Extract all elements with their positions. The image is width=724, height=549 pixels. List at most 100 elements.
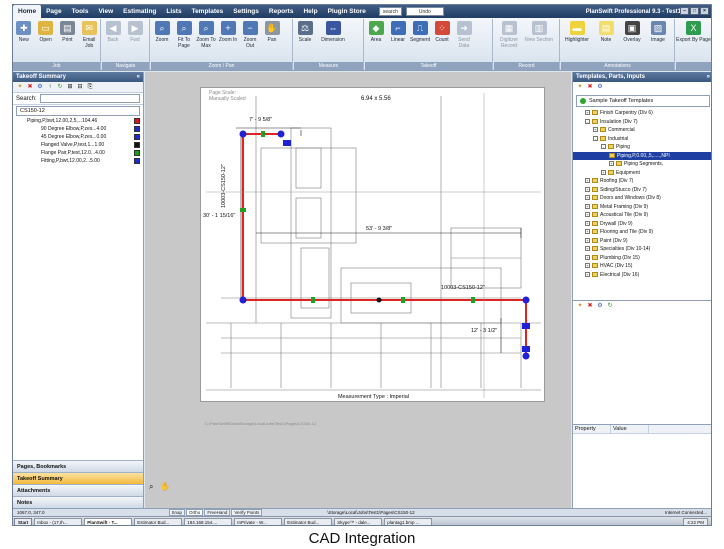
menu-plugin-store[interactable]: Plugin Store [323, 5, 371, 18]
image-button[interactable]: ▨ Image [645, 19, 671, 43]
refresh-part-icon[interactable]: ↻ [606, 302, 614, 310]
menu-lists[interactable]: Lists [161, 5, 186, 18]
ortho-toggle[interactable]: Ortho [186, 509, 204, 516]
color-swatch[interactable] [134, 150, 140, 156]
freehand-toggle[interactable]: FreeHand [204, 509, 231, 516]
template-tree-item[interactable]: + Flooring and Tile (Div 9) [573, 228, 711, 237]
template-props-icon[interactable]: ⚙ [596, 83, 604, 91]
search-input[interactable] [39, 94, 140, 103]
tab-takeoff-summary[interactable]: Takeoff Summary [13, 472, 143, 484]
delete-template-icon[interactable]: ✖ [586, 83, 594, 91]
expand-node-icon[interactable]: + [585, 237, 590, 243]
menu-estimating[interactable]: Estimating [118, 5, 161, 18]
add-template-icon[interactable]: ✦ [576, 83, 584, 91]
scale-button[interactable]: ⚖ Scale [294, 19, 316, 43]
minimize-icon[interactable]: – [680, 7, 689, 15]
fit-to-page-button[interactable]: ⌕ Fit To Page [173, 19, 195, 49]
template-tree-item[interactable]: + Roofing (Div 7) [573, 177, 711, 186]
tab-attachments[interactable]: Attachments [13, 484, 143, 496]
back-button[interactable]: ◀ Back [102, 19, 124, 43]
expand-node-icon[interactable]: + [585, 186, 590, 192]
expand-node-icon[interactable]: + [593, 127, 598, 133]
quick-search-input[interactable]: search [378, 7, 402, 16]
forward-button[interactable]: ▶ Fwd [124, 19, 146, 43]
zoom-in-button[interactable]: + Zoom In [217, 19, 239, 49]
template-tree-item[interactable]: - Piping [573, 143, 711, 152]
cad-plan-sheet[interactable]: Page Scale: Manually Scaled 6.94 x 5.56 … [200, 87, 545, 402]
collapse-node-icon[interactable]: - [585, 118, 590, 124]
expand-node-icon[interactable]: + [585, 229, 590, 235]
maximize-icon[interactable]: □ [690, 7, 699, 15]
takeoff-item[interactable]: Piping,P,bwt,12.00,2,5,...104.46 [13, 117, 143, 125]
template-tree-item[interactable]: + Equipment [573, 169, 711, 178]
menu-view[interactable]: View [93, 5, 118, 18]
properties-icon[interactable]: ⚙ [36, 83, 44, 91]
menu-help[interactable]: Help [298, 5, 322, 18]
new-button[interactable]: ✚ New [13, 19, 35, 49]
color-swatch[interactable] [134, 118, 140, 124]
menu-templates[interactable]: Templates [187, 5, 229, 18]
close-icon[interactable]: × [700, 7, 709, 15]
send-data-button[interactable]: ➜ Send Data [453, 19, 475, 49]
taskbar-item[interactable]: Estimator Bud... [134, 517, 183, 525]
expand-node-icon[interactable]: + [609, 161, 614, 167]
takeoff-item[interactable]: Flanged Valve,P,test,1...1.00 [13, 141, 143, 149]
tab-pages-bookmarks[interactable]: Pages, Bookmarks [13, 460, 143, 472]
open-button[interactable]: ▭ Open [35, 19, 57, 49]
note-button[interactable]: ▤ Note [593, 19, 619, 43]
dimension-button[interactable]: ⇔ Dimension [316, 19, 350, 43]
color-swatch[interactable] [134, 134, 140, 140]
refresh-icon[interactable]: ↻ [56, 83, 64, 91]
area-button[interactable]: ◆ Area [365, 19, 387, 49]
print-button[interactable]: ▤ Print [57, 19, 79, 49]
overlay-button[interactable]: ▣ Overlay [619, 19, 645, 43]
expand-node-icon[interactable]: + [585, 212, 590, 218]
segment-button[interactable]: ⎍ Segment [409, 19, 431, 49]
template-selector[interactable]: Sample Takeoff Templates [576, 95, 710, 107]
add-icon[interactable]: ✦ [16, 83, 24, 91]
verify-points-toggle[interactable]: Verify Points [231, 509, 263, 516]
new-section-button[interactable]: ▥ New Section [524, 19, 554, 49]
collapse-icon[interactable]: « [137, 72, 140, 82]
expand-node-icon[interactable]: + [585, 246, 590, 252]
taskbar-item[interactable]: PlanSwift - T... [84, 517, 133, 525]
expand-node-icon[interactable]: + [585, 203, 590, 209]
part-props-icon[interactable]: ⚙ [596, 302, 604, 310]
tab-notes[interactable]: Notes [13, 496, 143, 508]
expand-node-icon[interactable]: + [585, 195, 590, 201]
zoom-icon[interactable]: ⌕ [149, 482, 158, 491]
color-swatch[interactable] [134, 142, 140, 148]
expand-node-icon[interactable]: + [585, 220, 590, 226]
takeoff-item[interactable]: Fitting,P,bwt,12.00,2...5.00 [13, 157, 143, 165]
color-swatch[interactable] [134, 158, 140, 164]
taskbar-item[interactable]: Estimator Bud... [284, 517, 333, 525]
template-tree-item[interactable]: + Plumbing (Div 15) [573, 254, 711, 263]
undo-button[interactable]: Undo [405, 7, 444, 16]
start-button[interactable]: Start [14, 517, 33, 525]
expand-node-icon[interactable]: + [585, 263, 590, 269]
menu-home[interactable]: Home [13, 5, 42, 18]
template-tree-item[interactable]: Piping,P,0.00,,5,.....,NPI [573, 151, 711, 160]
menu-settings[interactable]: Settings [228, 5, 264, 18]
highlighter-button[interactable]: ▬ Highlighter [561, 19, 593, 43]
add-part-icon[interactable]: ✦ [576, 302, 584, 310]
expand-icon[interactable]: ⊞ [66, 83, 74, 91]
delete-icon[interactable]: ✖ [26, 83, 34, 91]
email-job-button[interactable]: ✉ Email Job [78, 19, 100, 49]
template-tree-item[interactable]: + Metal Framing (Div 9) [573, 203, 711, 212]
delete-part-icon[interactable]: ✖ [586, 302, 594, 310]
expand-node-icon[interactable]: + [585, 254, 590, 260]
expand-node-icon[interactable]: + [601, 169, 606, 175]
zoom-to-max-button[interactable]: ⌕ Zoom To Max [195, 19, 217, 49]
collapse-all-icon[interactable]: ⊟ [76, 83, 84, 91]
template-tree-item[interactable]: + Electrical (Div 16) [573, 271, 711, 280]
pan-hand-icon[interactable]: ✋ [160, 482, 170, 491]
template-tree-item[interactable]: + Specialties (Div 10-14) [573, 245, 711, 254]
taskbar-item[interactable]: InPrivate - W... [234, 517, 283, 525]
copy-icon[interactable]: ⎘ [86, 83, 94, 91]
pan-button[interactable]: ✋ Pan [261, 19, 283, 49]
template-tree-item[interactable]: + Piping Segments, [573, 160, 711, 169]
template-tree-item[interactable]: + Doors and Windows (Div 8) [573, 194, 711, 203]
expand-node-icon[interactable]: + [585, 271, 590, 277]
template-tree-item[interactable]: - Industrial [573, 135, 711, 144]
